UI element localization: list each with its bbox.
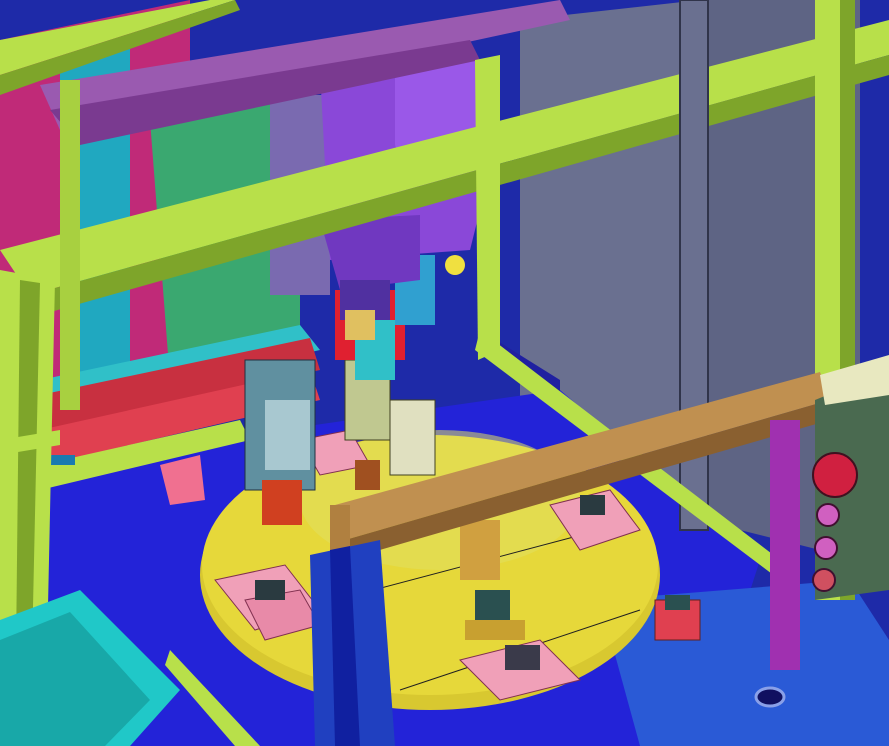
emergency-stop-icon <box>812 452 858 498</box>
frame-post-center <box>475 55 500 360</box>
machine-assembly-render <box>0 0 889 746</box>
control-mount-post <box>770 420 800 670</box>
push-button-icon <box>814 536 838 560</box>
push-button-icon <box>812 568 836 592</box>
push-button-icon <box>816 503 840 527</box>
mounting-hole <box>754 686 786 708</box>
cad-render-view <box>0 0 889 746</box>
orange-actuator <box>262 480 302 525</box>
